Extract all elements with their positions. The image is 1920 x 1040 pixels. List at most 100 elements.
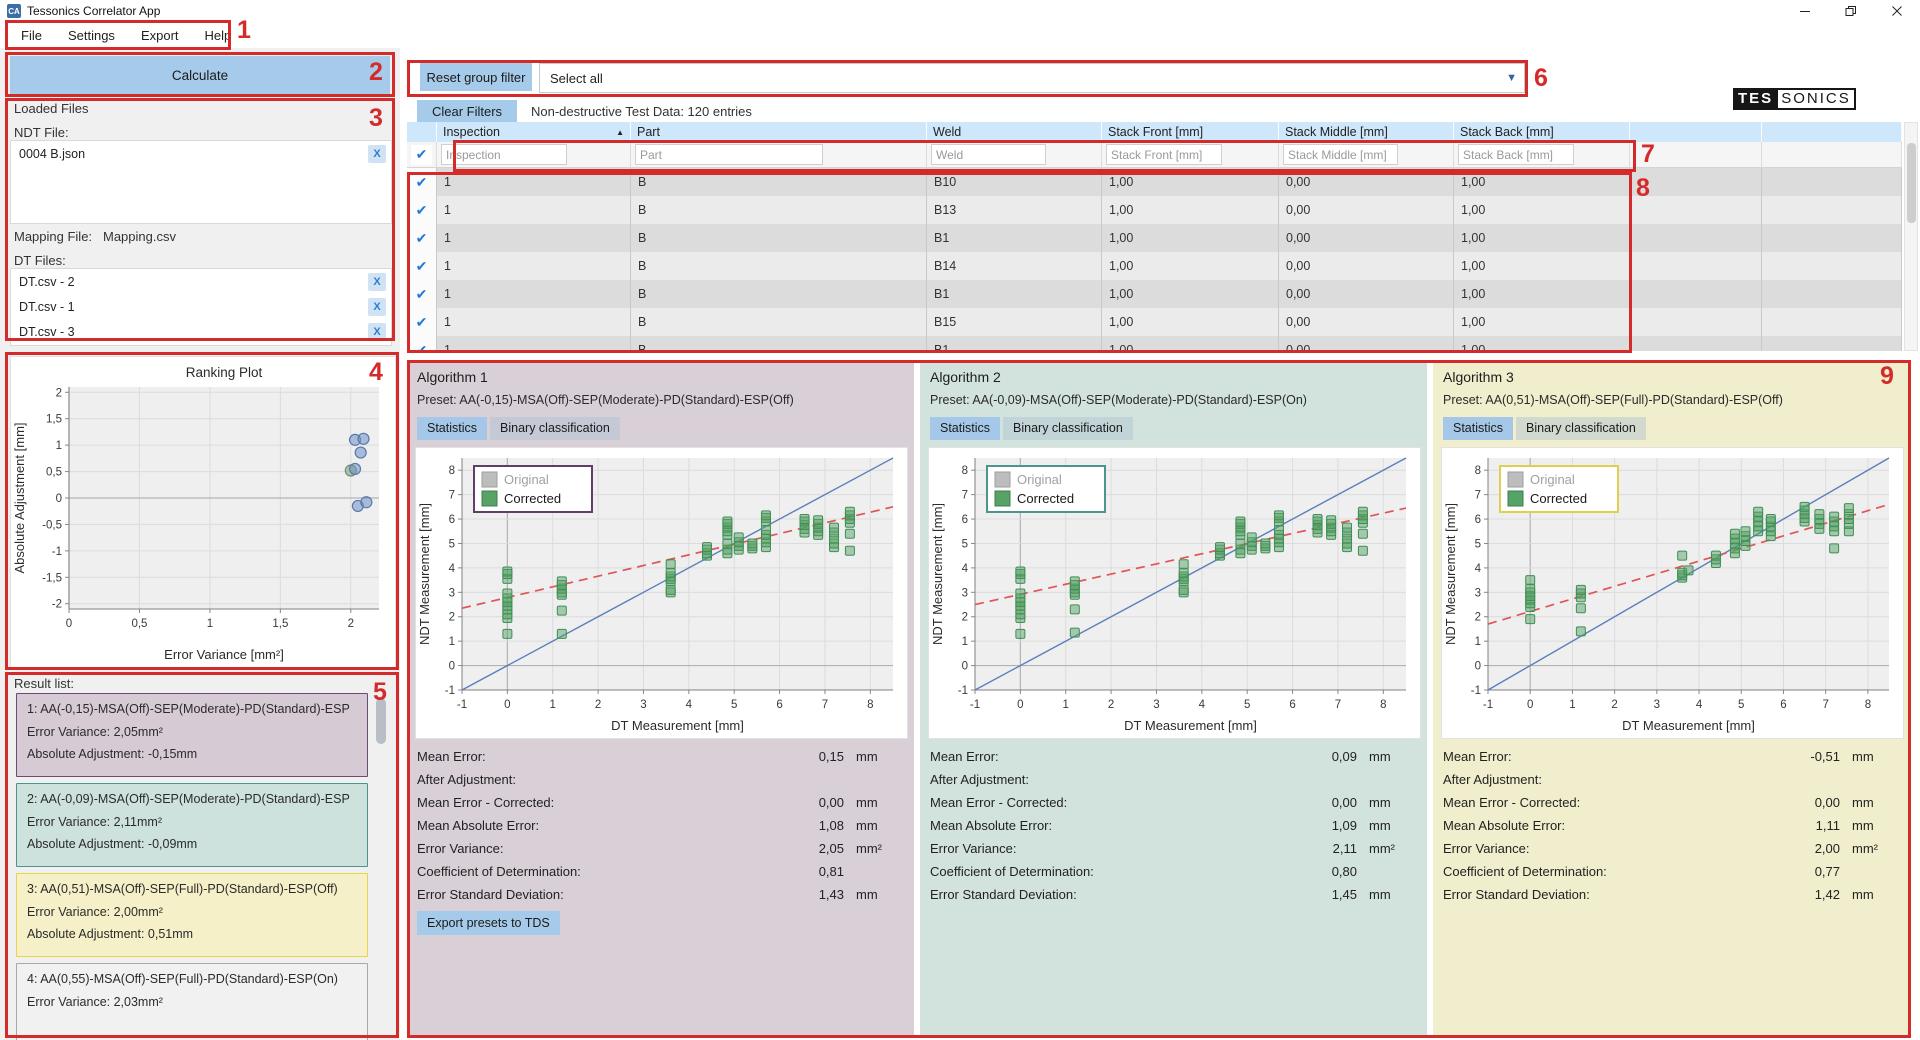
row-checkbox[interactable]: ✔ xyxy=(416,258,428,275)
row-checkbox[interactable]: ✔ xyxy=(416,202,428,219)
svg-text:1,5: 1,5 xyxy=(46,414,62,426)
algorithm-panel-3: Algorithm 3Preset: AA(0,51)-MSA(Off)-SEP… xyxy=(1433,361,1910,1035)
stat-row: Error Standard Deviation:1,45mm xyxy=(930,883,1409,906)
calculate-button[interactable]: Calculate xyxy=(10,56,390,94)
stat-label: Error Standard Deviation: xyxy=(1443,887,1780,902)
column-header-empty[interactable] xyxy=(1762,122,1902,142)
tab-binary-classification[interactable]: Binary classification xyxy=(1516,417,1646,440)
group-filter-select[interactable]: Select all ▼ xyxy=(539,63,1525,93)
svg-text:NDT Measurement [mm]: NDT Measurement [mm] xyxy=(1443,503,1458,645)
close-icon xyxy=(1891,5,1903,17)
table-scrollbar-thumb[interactable] xyxy=(1907,143,1916,223)
stat-label: Mean Error: xyxy=(930,749,1297,764)
table-cell: 0,00 xyxy=(1279,196,1454,224)
remove-file-button[interactable]: X xyxy=(368,298,386,316)
table-row[interactable]: ✔1BB11,000,001,00 xyxy=(407,224,1902,252)
remove-file-button[interactable]: X xyxy=(368,145,386,163)
ndt-file-row[interactable]: 0004 B.jsonX xyxy=(11,141,391,166)
remove-file-button[interactable]: X xyxy=(368,273,386,291)
result-card-4[interactable]: 4: AA(0,55)-MSA(Off)-SEP(Full)-PD(Standa… xyxy=(16,963,368,1040)
column-header-weld[interactable]: Weld xyxy=(927,122,1102,142)
menu-item-help[interactable]: Help xyxy=(192,24,245,47)
column-header-stack-front-mm[interactable]: Stack Front [mm] xyxy=(1102,122,1279,142)
dt-file-row[interactable]: DT.csv - 1X xyxy=(11,294,391,319)
stat-row: After Adjustment: xyxy=(930,768,1409,791)
table-cell: 1,00 xyxy=(1454,168,1630,196)
svg-text:4: 4 xyxy=(1696,699,1703,711)
tab-statistics[interactable]: Statistics xyxy=(1443,417,1513,440)
table-cell xyxy=(1762,224,1902,252)
table-row[interactable]: ✔1BB151,000,001,00 xyxy=(407,308,1902,336)
svg-text:1: 1 xyxy=(449,636,455,648)
window-title: Tessonics Correlator App xyxy=(27,4,160,18)
result-card-1[interactable]: 1: AA(-0,15)-MSA(Off)-SEP(Moderate)-PD(S… xyxy=(16,693,368,777)
menu-item-export[interactable]: Export xyxy=(128,24,192,47)
dt-file-row[interactable]: DT.csv - 3X xyxy=(11,319,391,344)
clear-filters-button[interactable]: Clear Filters xyxy=(417,100,517,123)
stat-value: 2,00 xyxy=(1780,841,1840,856)
algorithm-preset: Preset: AA(-0,09)-MSA(Off)-SEP(Moderate)… xyxy=(930,393,1307,407)
menu-bar: FileSettingsExportHelp xyxy=(0,22,1920,48)
tab-binary-classification[interactable]: Binary classification xyxy=(1003,417,1133,440)
filter-input-inspection[interactable] xyxy=(441,144,567,165)
scatter-chart-2: -1012345678-1012345678DT Measurement [mm… xyxy=(929,448,1420,738)
export-presets-button[interactable]: Export presets to TDS xyxy=(417,911,560,935)
result-card-2[interactable]: 2: AA(-0,09)-MSA(Off)-SEP(Moderate)-PD(S… xyxy=(16,783,368,867)
filter-input-stack-middle-mm[interactable] xyxy=(1283,144,1398,165)
table-cell: 0,00 xyxy=(1279,308,1454,336)
row-checkbox[interactable]: ✔ xyxy=(416,286,428,303)
result-card-3[interactable]: 3: AA(0,51)-MSA(Off)-SEP(Full)-PD(Standa… xyxy=(16,873,368,957)
stat-label: Mean Error - Corrected: xyxy=(930,795,1297,810)
table-cell xyxy=(1630,196,1762,224)
select-all-checkbox[interactable]: ✔ xyxy=(411,145,432,165)
table-cell: B xyxy=(631,336,927,351)
filter-input-part[interactable] xyxy=(635,144,823,165)
tab-statistics[interactable]: Statistics xyxy=(417,417,487,440)
result-list-scrollbar[interactable] xyxy=(376,698,386,744)
stat-unit: mm xyxy=(1840,795,1892,810)
table-row[interactable]: ✔1BB141,000,001,00 xyxy=(407,252,1902,280)
tab-statistics[interactable]: Statistics xyxy=(930,417,1000,440)
data-table: Inspection▲PartWeldStack Front [mm]Stack… xyxy=(407,122,1902,351)
stat-value: 2,11 xyxy=(1297,841,1357,856)
result-card-adjustment: Absolute Adjustment: -0,09mm xyxy=(27,837,357,851)
stat-value: 0,15 xyxy=(784,749,844,764)
tab-binary-classification[interactable]: Binary classification xyxy=(490,417,620,440)
row-checkbox[interactable]: ✔ xyxy=(416,230,428,247)
restore-button[interactable] xyxy=(1828,0,1874,22)
column-header-part[interactable]: Part xyxy=(631,122,927,142)
table-row[interactable]: ✔1BB101,000,001,00 xyxy=(407,168,1902,196)
menu-item-settings[interactable]: Settings xyxy=(55,24,128,47)
svg-text:1: 1 xyxy=(550,699,556,711)
table-row[interactable]: ✔1BB11,000,001,00 xyxy=(407,336,1902,351)
close-button[interactable] xyxy=(1874,0,1920,22)
table-cell: B1 xyxy=(927,336,1102,351)
stat-unit: mm xyxy=(844,887,896,902)
table-row[interactable]: ✔1BB131,000,001,00 xyxy=(407,196,1902,224)
column-header-stack-middle-mm[interactable]: Stack Middle [mm] xyxy=(1279,122,1454,142)
row-checkbox[interactable]: ✔ xyxy=(416,342,428,352)
menu-item-file[interactable]: File xyxy=(8,24,55,47)
column-header-empty[interactable] xyxy=(1630,122,1762,142)
column-header-empty[interactable] xyxy=(407,122,437,142)
filter-input-stack-front-mm[interactable] xyxy=(1106,144,1222,165)
stat-unit: mm xyxy=(1840,749,1892,764)
svg-text:7: 7 xyxy=(1822,699,1828,711)
svg-text:4: 4 xyxy=(449,563,456,575)
reset-group-filter-button[interactable]: Reset group filter xyxy=(420,63,532,91)
table-row[interactable]: ✔1BB11,000,001,00 xyxy=(407,280,1902,308)
row-checkbox[interactable]: ✔ xyxy=(416,174,428,191)
stat-unit: mm xyxy=(844,795,896,810)
table-scrollbar[interactable] xyxy=(1904,122,1918,351)
remove-file-button[interactable]: X xyxy=(368,323,386,341)
stat-label: After Adjustment: xyxy=(1443,772,1780,787)
column-header-inspection[interactable]: Inspection▲ xyxy=(437,122,631,142)
dt-file-row[interactable]: DT.csv - 2X xyxy=(11,269,391,294)
row-checkbox[interactable]: ✔ xyxy=(416,314,428,331)
svg-text:-1: -1 xyxy=(1471,685,1481,697)
filter-cell xyxy=(1762,142,1902,168)
filter-input-stack-back-mm[interactable] xyxy=(1458,144,1574,165)
filter-input-weld[interactable] xyxy=(931,144,1046,165)
minimize-button[interactable] xyxy=(1782,0,1828,22)
column-header-stack-back-mm[interactable]: Stack Back [mm] xyxy=(1454,122,1630,142)
